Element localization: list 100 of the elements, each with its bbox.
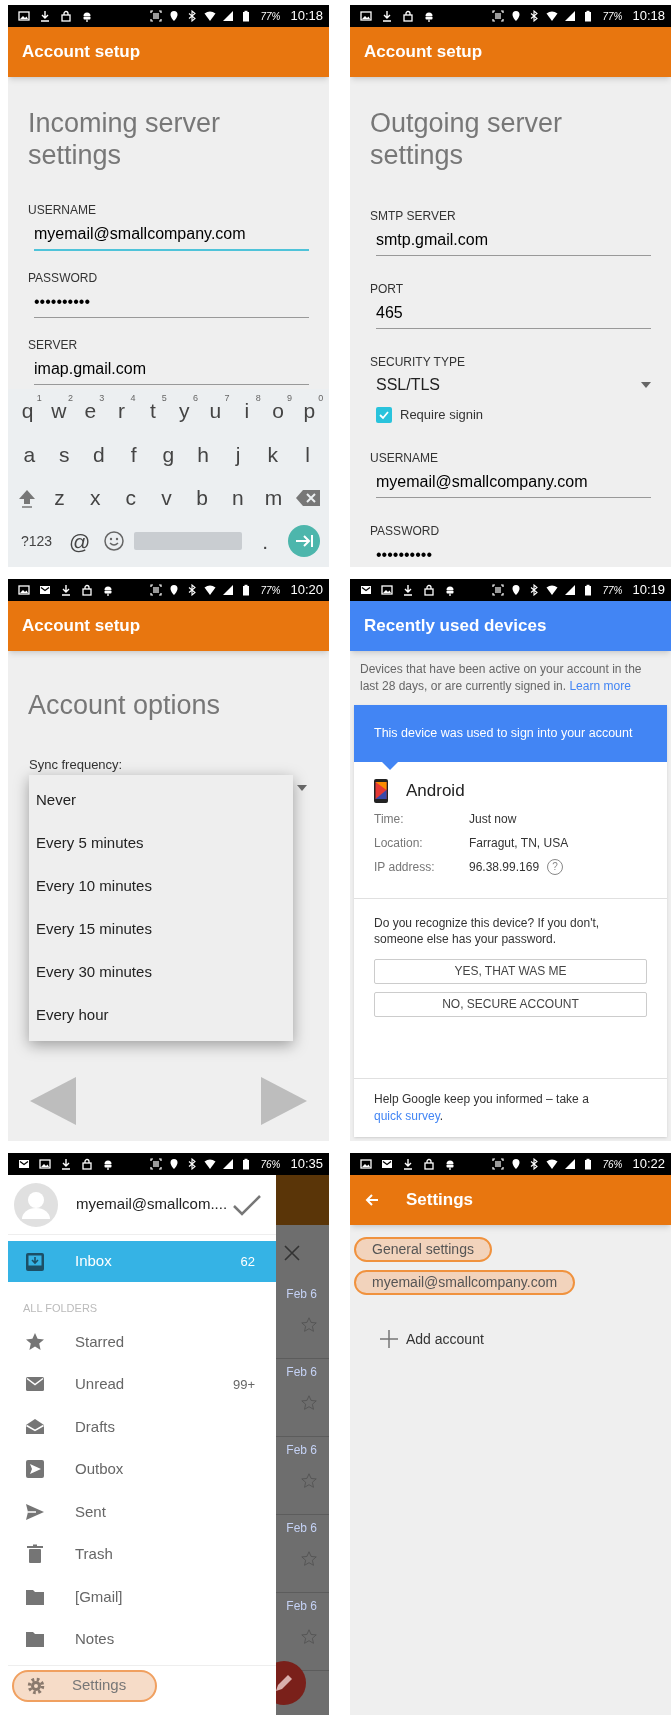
settings-item[interactable]: myemail@smallcompany.com — [354, 1270, 576, 1295]
folder-item[interactable]: [Gmail] — [8, 1575, 276, 1618]
field-label: SECURITY TYPE — [370, 354, 466, 371]
next-arrow-icon[interactable] — [260, 1075, 308, 1127]
keyboard-key[interactable]: x — [81, 479, 110, 516]
folder-item[interactable]: Starred — [8, 1320, 276, 1363]
image-icon — [381, 584, 393, 596]
survey-link[interactable]: quick survey — [374, 1109, 440, 1123]
keyboard-key[interactable]: . — [251, 523, 280, 560]
dropdown-field[interactable]: SSL/TLS — [376, 373, 651, 397]
folder-item[interactable]: Trash — [8, 1533, 276, 1576]
keyboard-key[interactable]: h — [189, 436, 218, 473]
answer-button[interactable]: YES, THAT WAS ME — [374, 958, 647, 984]
back-arrow-icon[interactable] — [364, 1192, 380, 1208]
input-field[interactable]: myemail@smallcompany.com — [376, 469, 651, 498]
input-field[interactable]: smtp.gmail.com — [376, 228, 651, 256]
keyboard-key[interactable]: t 5 — [138, 392, 167, 429]
keyboard-key[interactable]: v — [152, 479, 181, 516]
answer-button[interactable]: NO, SECURE ACCOUNT — [374, 991, 647, 1017]
app-title: Account setup — [364, 41, 483, 64]
folder-item[interactable]: Notes — [8, 1618, 276, 1661]
battery-percentage: 76% — [260, 1157, 281, 1172]
mail-icon — [39, 584, 51, 596]
input-field[interactable]: imap.gmail.com — [34, 357, 309, 385]
folder-item[interactable]: Outbox — [8, 1448, 276, 1491]
star-outline-icon — [301, 1551, 317, 1567]
input-field[interactable]: •••••••••• — [376, 542, 651, 567]
keyboard-key[interactable]: r 4 — [107, 392, 136, 429]
keyboard-key[interactable]: f — [119, 436, 148, 473]
keyboard-key[interactable]: @ — [65, 523, 94, 560]
download-icon — [60, 584, 72, 596]
menu-option[interactable]: Every hour — [29, 993, 293, 1037]
keyboard-key[interactable]: l — [293, 436, 322, 473]
emoji-key[interactable] — [102, 530, 125, 553]
robot-icon — [102, 584, 114, 596]
add-account-item[interactable]: Add account — [372, 1325, 492, 1353]
check-icon[interactable] — [232, 1193, 262, 1216]
close-icon[interactable] — [284, 1245, 300, 1261]
download-icon — [381, 10, 393, 22]
keyboard-key[interactable]: j — [223, 436, 252, 473]
detail-label: Location: — [374, 834, 424, 852]
footer-text: Help Google keep you informed – take a quick survey. — [354, 1078, 667, 1137]
image-icon — [18, 10, 30, 22]
download-icon — [39, 10, 51, 22]
folder-label: Unread — [75, 1374, 125, 1394]
scan-frame-icon — [150, 1158, 163, 1170]
checkbox[interactable] — [376, 406, 392, 423]
keyboard-key[interactable]: a — [15, 436, 44, 473]
keyboard-key[interactable]: z — [45, 479, 74, 516]
date-label: Feb 6 — [286, 1364, 317, 1381]
input-field[interactable]: 465 — [376, 301, 651, 329]
signal-icon — [564, 10, 577, 22]
keyboard-key[interactable]: ?123 — [16, 523, 57, 560]
download-icon — [402, 584, 414, 596]
backspace-key[interactable] — [295, 488, 322, 507]
keyboard-key[interactable]: b — [188, 479, 217, 516]
keyboard-key[interactable]: m — [259, 479, 288, 516]
robot-icon — [81, 10, 93, 22]
lock-icon — [423, 584, 435, 596]
section-header: ALL FOLDERS — [22, 1301, 99, 1316]
bluetooth-icon — [186, 584, 199, 596]
previous-arrow-icon[interactable] — [29, 1075, 77, 1127]
download-icon — [402, 1158, 414, 1170]
folder-icon — [25, 1629, 45, 1650]
menu-option[interactable]: Every 5 minutes — [29, 821, 293, 865]
keyboard-key[interactable]: s — [50, 436, 79, 473]
folder-item[interactable]: Drafts — [8, 1405, 276, 1448]
keyboard-key[interactable]: k — [258, 436, 287, 473]
settings-item[interactable]: General settings — [354, 1237, 492, 1262]
keyboard-key[interactable]: n — [223, 479, 252, 516]
field-label: Sync frequency: — [28, 756, 124, 774]
robot-icon — [102, 1158, 114, 1170]
menu-option[interactable]: Every 15 minutes — [29, 907, 293, 951]
keyboard-key[interactable]: g — [154, 436, 183, 473]
input-field[interactable]: •••••••••• — [34, 290, 309, 318]
folder-item[interactable]: Unread 99+ — [8, 1363, 276, 1406]
wifi-icon — [546, 10, 559, 22]
open-envelope-icon — [25, 1416, 45, 1437]
star-outline-icon — [301, 1629, 317, 1645]
detail-value: 96.38.99.169 — [469, 858, 540, 876]
menu-option[interactable]: Every 30 minutes — [29, 950, 293, 994]
menu-option[interactable]: Every 10 minutes — [29, 864, 293, 908]
bluetooth-icon — [186, 10, 199, 22]
keyboard-key[interactable]: d — [84, 436, 113, 473]
enter-key[interactable] — [288, 525, 321, 558]
question-text: Do you recognize this device? If you don't, someone else has your password. — [373, 914, 601, 947]
settings-item[interactable]: Settings — [12, 1669, 157, 1702]
robot-icon — [444, 1158, 456, 1170]
input-field[interactable]: myemail@smallcompany.com — [34, 222, 309, 251]
star-outline-icon — [301, 1473, 317, 1489]
detail-label: Time: — [374, 810, 405, 828]
keyboard-key[interactable]: c — [116, 479, 145, 516]
keyboard-key[interactable]: i 8 — [232, 392, 261, 429]
clock-time: 10:18 — [290, 7, 323, 26]
trash-icon — [25, 1544, 45, 1565]
unread-count: 99+ — [232, 1375, 256, 1394]
menu-option[interactable]: Never — [29, 778, 293, 822]
folder-item[interactable]: Sent — [8, 1490, 276, 1533]
detail-value: Just now — [469, 810, 517, 828]
lock-icon — [60, 10, 72, 22]
